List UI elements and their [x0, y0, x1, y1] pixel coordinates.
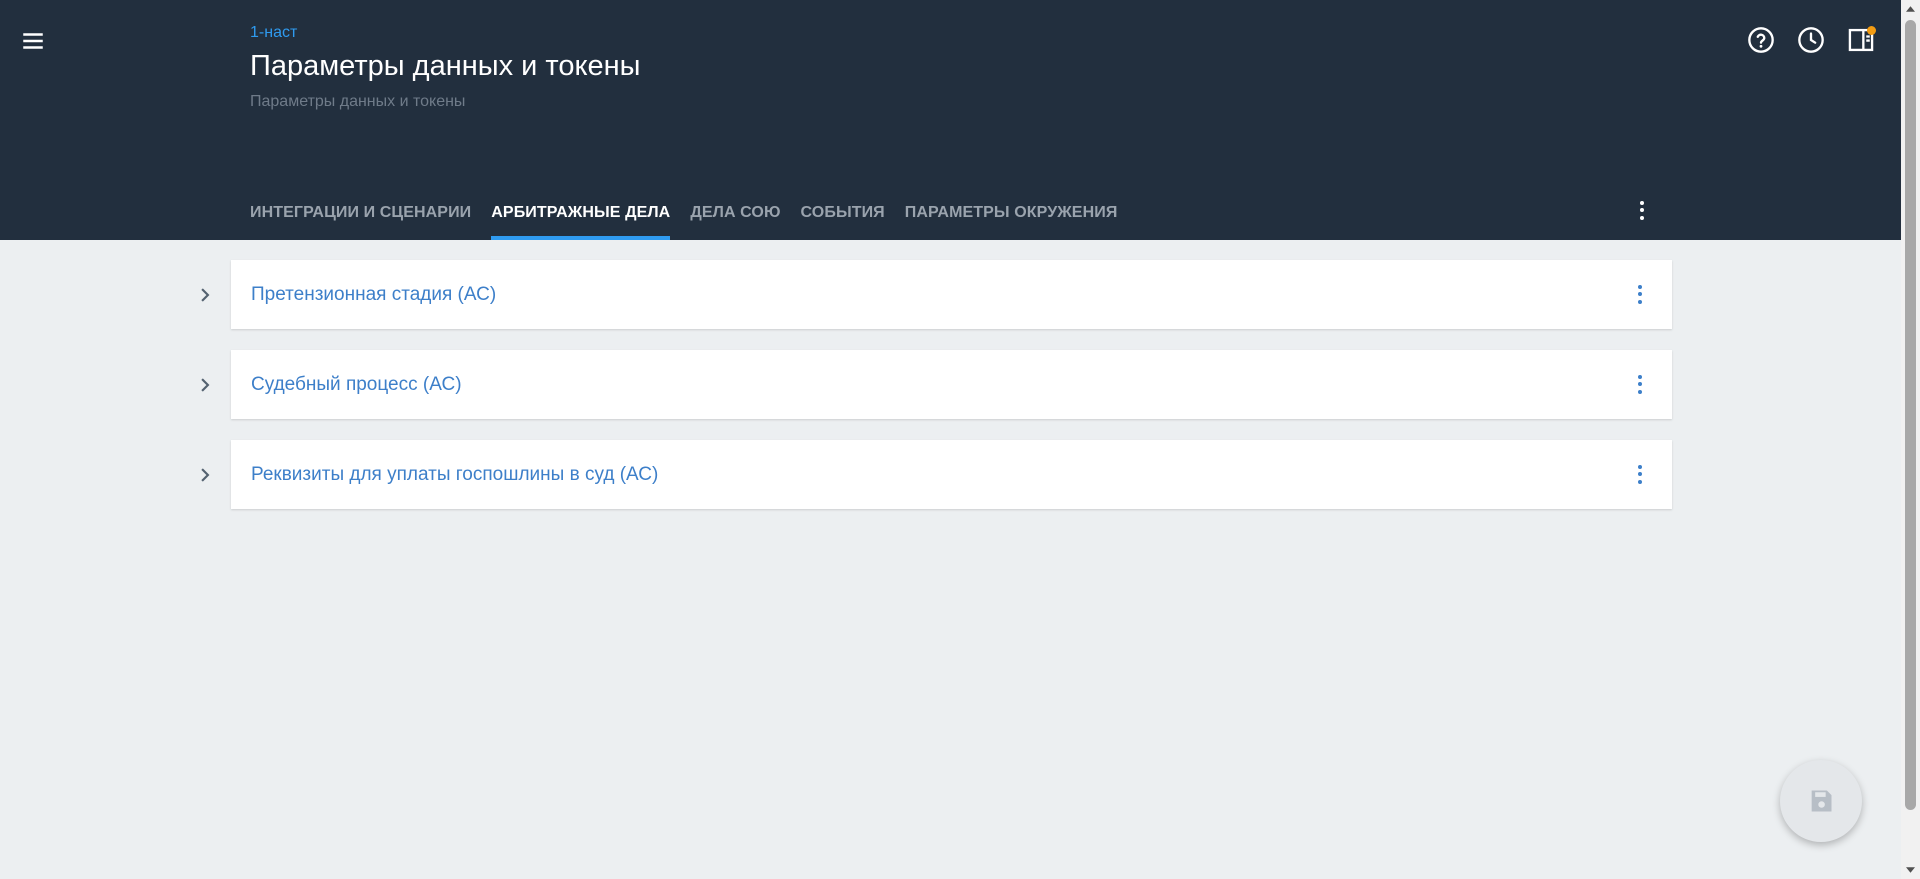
panel-row: Судебный процесс (АС) — [190, 350, 1672, 419]
scroll-down-button[interactable] — [1901, 861, 1920, 879]
save-button[interactable] — [1780, 760, 1862, 842]
expand-button[interactable] — [190, 370, 220, 400]
app-header: 1-наст Параметры данных и токены Парамет… — [0, 0, 1901, 240]
chevron-right-icon — [201, 468, 210, 482]
help-icon — [1748, 27, 1774, 53]
panel-card[interactable]: Претензионная стадия (АС) — [231, 260, 1672, 329]
more-vert-icon — [1638, 464, 1642, 484]
expand-button[interactable] — [190, 460, 220, 490]
panel-card[interactable]: Реквизиты для уплаты госпошлины в суд (А… — [231, 440, 1672, 509]
panel-title: Реквизиты для уплаты госпошлины в суд (А… — [251, 463, 659, 485]
caret-down-icon — [1906, 867, 1915, 873]
panel-title: Судебный процесс (АС) — [251, 373, 462, 395]
page-title: Параметры данных и токены — [250, 50, 641, 82]
panel-row: Реквизиты для уплаты госпошлины в суд (А… — [190, 440, 1672, 509]
tab-integrations[interactable]: ИНТЕГРАЦИИ И СЦЕНАРИИ — [250, 189, 471, 240]
chevron-right-icon — [201, 378, 210, 392]
panel-title: Претензионная стадия (АС) — [251, 283, 497, 305]
panel-toggle-button[interactable] — [1845, 22, 1877, 58]
breadcrumb[interactable]: 1-наст — [250, 24, 297, 42]
chevron-right-icon — [201, 288, 210, 302]
tab-events[interactable]: СОБЫТИЯ — [801, 189, 885, 240]
panel-menu-button[interactable] — [1624, 278, 1656, 310]
history-icon — [1798, 27, 1824, 53]
tab-general-court-cases[interactable]: ДЕЛА СОЮ — [690, 189, 780, 240]
scrollbar[interactable] — [1901, 0, 1920, 879]
expand-button[interactable] — [190, 280, 220, 310]
menu-icon — [23, 33, 43, 49]
panel-menu-button[interactable] — [1624, 458, 1656, 490]
page-subtitle: Параметры данных и токены — [250, 93, 466, 110]
more-vert-icon — [1640, 200, 1644, 220]
tab-bar: ИНТЕГРАЦИИ И СЦЕНАРИИ АРБИТРАЖНЫЕ ДЕЛА Д… — [250, 189, 1117, 240]
scroll-up-button[interactable] — [1901, 0, 1920, 18]
more-vert-icon — [1638, 374, 1642, 394]
more-vert-icon — [1638, 284, 1642, 304]
save-icon — [1811, 790, 1832, 812]
history-button[interactable] — [1795, 22, 1827, 58]
panel-menu-button[interactable] — [1624, 368, 1656, 400]
notification-badge — [1867, 26, 1876, 35]
help-button[interactable] — [1745, 22, 1777, 58]
tab-environment[interactable]: ПАРАМЕТРЫ ОКРУЖЕНИЯ — [905, 189, 1118, 240]
tab-arbitration-cases[interactable]: АРБИТРАЖНЫЕ ДЕЛА — [491, 189, 671, 240]
menu-button[interactable] — [16, 24, 50, 58]
header-actions — [1745, 22, 1877, 58]
tabs-more-button[interactable] — [1626, 194, 1658, 226]
panel-card[interactable]: Судебный процесс (АС) — [231, 350, 1672, 419]
scrollbar-thumb[interactable] — [1905, 20, 1916, 810]
caret-up-icon — [1906, 6, 1915, 12]
panel-row: Претензионная стадия (АС) — [190, 260, 1672, 329]
